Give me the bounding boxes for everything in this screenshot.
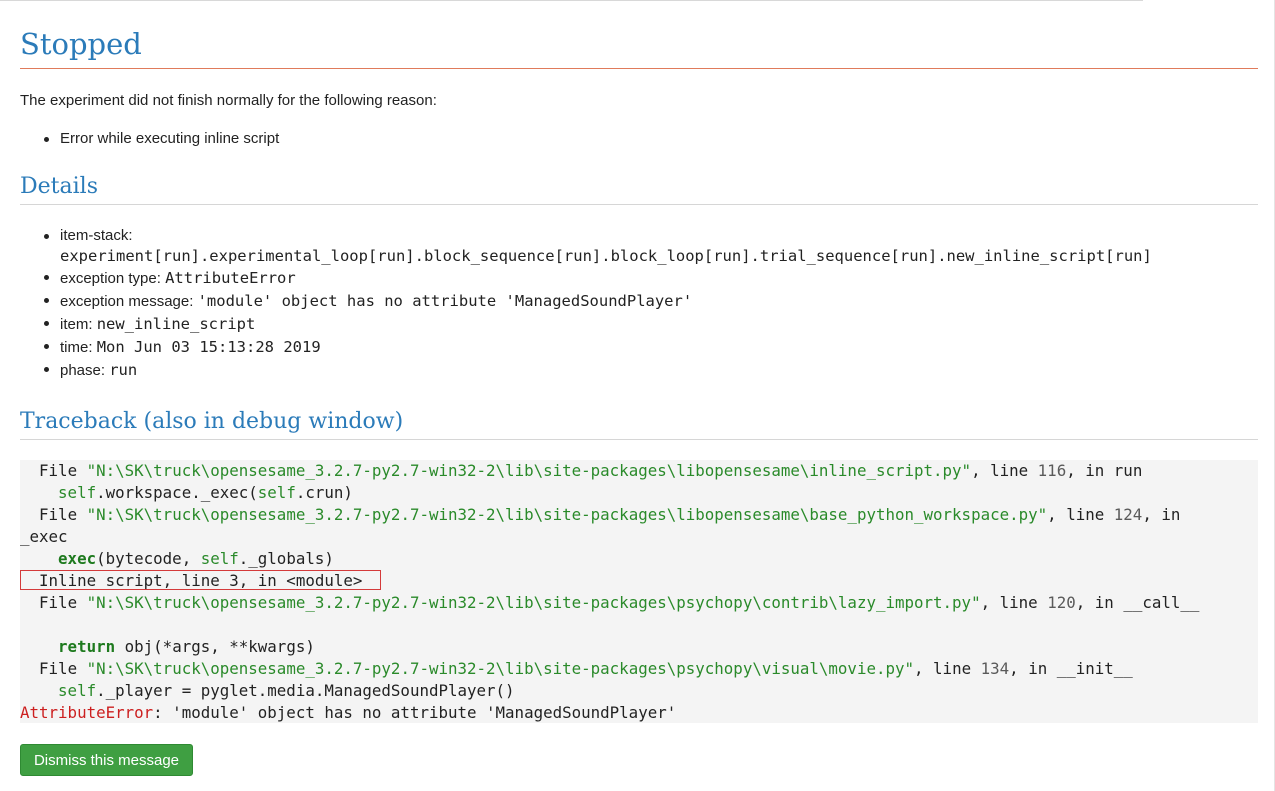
traceback-code-line: exec(bytecode, self._globals): [58, 549, 334, 568]
detail-label: exception type:: [60, 270, 161, 287]
detail-item: item: new_inline_script: [20, 313, 1152, 336]
detail-label: exception message:: [60, 293, 194, 310]
traceback-file-line: File "N:\SK\truck\opensesame_3.2.7-py2.7…: [39, 461, 1143, 480]
detail-value: run: [109, 361, 138, 379]
details-heading: Details: [20, 174, 98, 199]
detail-value: 'module' object has no attribute 'Manage…: [197, 292, 693, 310]
error-message: : 'module' object has no attribute 'Mana…: [153, 703, 677, 722]
traceback-file-line: File "N:\SK\truck\opensesame_3.2.7-py2.7…: [39, 593, 1200, 612]
dismiss-button[interactable]: Dismiss this message: [20, 744, 193, 776]
detail-label: time:: [60, 339, 93, 356]
detail-value: AttributeError: [165, 269, 296, 287]
detail-label: phase:: [60, 362, 106, 379]
error-line-highlight: [20, 570, 381, 590]
traceback-code-line: return obj(*args, **kwargs): [58, 637, 315, 656]
error-type: AttributeError: [20, 703, 154, 722]
intro-text: The experiment did not finish normally f…: [20, 92, 437, 109]
traceback-file-line: File "N:\SK\truck\opensesame_3.2.7-py2.7…: [39, 659, 1133, 678]
detail-value: new_inline_script: [96, 315, 256, 333]
detail-exception-message: exception message: 'module' object has n…: [20, 290, 1152, 313]
detail-time: time: Mon Jun 03 15:13:28 2019: [20, 336, 1152, 359]
detail-exception-type: exception type: AttributeError: [20, 267, 1152, 290]
detail-value: experiment[run].experimental_loop[run].b…: [60, 247, 1152, 265]
reason-list: Error while executing inline script: [20, 129, 279, 149]
traceback-func-wrap: _exec: [20, 527, 68, 546]
detail-label: item:: [60, 316, 93, 333]
detail-label: item-stack:: [60, 227, 133, 244]
detail-phase: phase: run: [20, 359, 1152, 382]
traceback-heading: Traceback (also in debug window): [20, 409, 404, 434]
traceback-error-line: AttributeError: 'module' object has no a…: [20, 702, 676, 723]
details-divider: [20, 204, 1258, 205]
traceback-code-line: self._player = pyglet.media.ManagedSound…: [58, 681, 515, 700]
detail-item-stack: item-stack: experiment[run].experimental…: [20, 226, 1152, 267]
traceback-file-line: File "N:\SK\truck\opensesame_3.2.7-py2.7…: [39, 505, 1181, 524]
traceback-divider: [20, 439, 1258, 440]
title-divider: [20, 68, 1258, 69]
reason-item: Error while executing inline script: [20, 129, 279, 149]
traceback-code-line: self.workspace._exec(self.crun): [58, 483, 353, 502]
detail-value: Mon Jun 03 15:13:28 2019: [96, 338, 321, 356]
frame-top-border: [0, 0, 1143, 1]
details-list: item-stack: experiment[run].experimental…: [20, 226, 1152, 382]
page-title: Stopped: [20, 27, 142, 61]
traceback-block: File "N:\SK\truck\opensesame_3.2.7-py2.7…: [20, 460, 1258, 723]
